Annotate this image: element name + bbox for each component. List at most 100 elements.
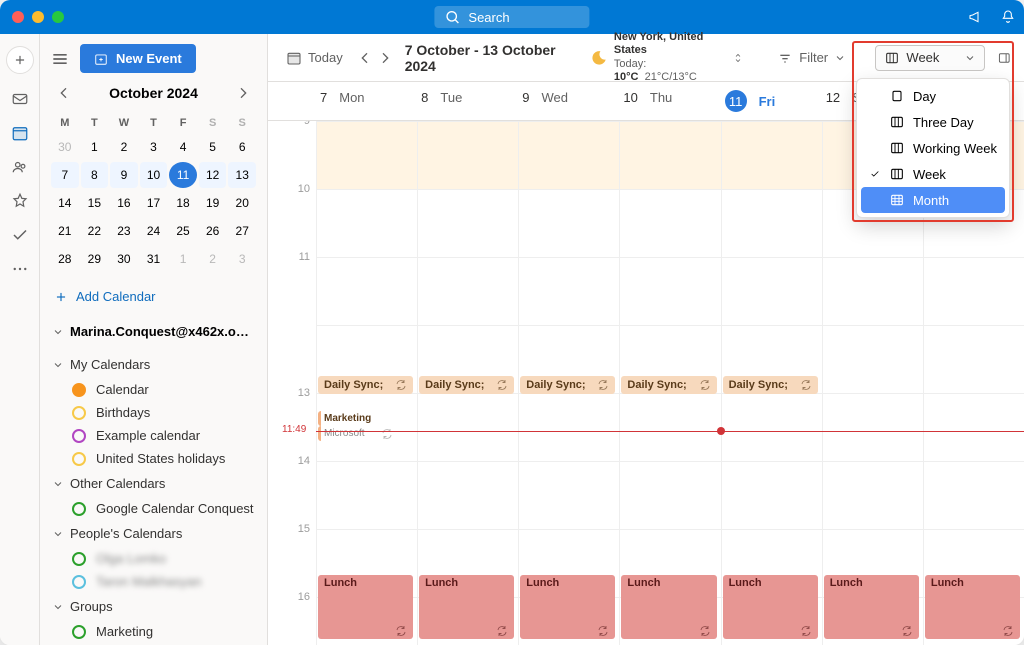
filter-button[interactable]: Filter xyxy=(771,46,852,70)
mini-cal-day[interactable]: 3 xyxy=(228,246,256,272)
calendar-group-header[interactable]: Other Calendars xyxy=(50,470,257,497)
mini-cal-day[interactable]: 22 xyxy=(81,218,109,244)
mini-cal-day[interactable]: 1 xyxy=(81,134,109,160)
calendar-group-header[interactable]: Groups xyxy=(50,593,257,620)
day-header-cell[interactable]: 8Tue xyxy=(417,82,518,120)
calendar-item[interactable]: Google Calendar Conquest xyxy=(50,497,257,520)
day-header-cell[interactable]: 11Fri xyxy=(721,82,822,120)
mail-icon[interactable] xyxy=(11,90,29,108)
mini-cal-day[interactable]: 14 xyxy=(51,190,79,216)
mini-cal-day[interactable]: 8 xyxy=(81,162,109,188)
minimize-window[interactable] xyxy=(32,11,44,23)
day-header-cell[interactable]: 7Mon xyxy=(316,82,417,120)
mini-cal-day[interactable]: 6 xyxy=(228,134,256,160)
prev-week[interactable] xyxy=(357,50,373,66)
event-lunch[interactable]: Lunch xyxy=(621,575,716,639)
calendar-item[interactable]: Marketing xyxy=(50,620,257,643)
calendar-group-header[interactable]: My Calendars xyxy=(50,351,257,378)
toggle-panel-icon[interactable] xyxy=(997,50,1012,66)
mini-cal-day[interactable]: 21 xyxy=(51,218,79,244)
calendar-icon[interactable] xyxy=(11,124,29,142)
mini-cal-day[interactable]: 16 xyxy=(110,190,138,216)
hamburger-icon[interactable] xyxy=(50,49,70,69)
chevron-down-icon xyxy=(834,52,846,64)
mini-cal-day[interactable]: 9 xyxy=(110,162,138,188)
next-week[interactable] xyxy=(377,50,393,66)
mini-cal-day[interactable]: 5 xyxy=(199,134,227,160)
event-daily-sync[interactable]: Daily Sync; xyxy=(419,376,514,394)
mini-cal-day[interactable]: 7 xyxy=(51,162,79,188)
event-lunch[interactable]: Lunch xyxy=(925,575,1020,639)
event-daily-sync[interactable]: Daily Sync; xyxy=(723,376,818,394)
mini-cal-day[interactable]: 27 xyxy=(228,218,256,244)
event-lunch[interactable]: Lunch xyxy=(723,575,818,639)
day-header-cell[interactable]: 10Thu xyxy=(619,82,720,120)
mini-cal-day[interactable]: 20 xyxy=(228,190,256,216)
view-option-month[interactable]: Month xyxy=(861,187,1005,213)
more-apps-icon[interactable] xyxy=(11,260,29,278)
mini-cal-day[interactable]: 30 xyxy=(110,246,138,272)
mini-cal-day[interactable]: 23 xyxy=(110,218,138,244)
calendar-item[interactable]: Example calendar xyxy=(50,424,257,447)
mini-cal-day[interactable]: 25 xyxy=(169,218,197,244)
today-button[interactable]: Today xyxy=(280,46,349,70)
prev-month[interactable] xyxy=(56,85,72,101)
close-window[interactable] xyxy=(12,11,24,23)
view-option-day[interactable]: Day xyxy=(861,83,1005,109)
search-box[interactable]: Search xyxy=(434,6,589,28)
day-header-cell[interactable]: 9Wed xyxy=(518,82,619,120)
tasks-icon[interactable] xyxy=(11,226,29,244)
favorites-icon[interactable] xyxy=(11,192,29,210)
mini-cal-day[interactable]: 28 xyxy=(51,246,79,272)
view-select[interactable]: Week xyxy=(875,45,985,71)
maximize-window[interactable] xyxy=(52,11,64,23)
event-lunch[interactable]: Lunch xyxy=(824,575,919,639)
view-option-working-week[interactable]: Working Week xyxy=(861,135,1005,161)
event-lunch[interactable]: Lunch xyxy=(318,575,413,639)
event-daily-sync[interactable]: Daily Sync; xyxy=(520,376,615,394)
next-month[interactable] xyxy=(235,85,251,101)
mini-cal-day[interactable]: 4 xyxy=(169,134,197,160)
event-lunch[interactable]: Lunch xyxy=(520,575,615,639)
calendar-item[interactable]: Birthdays xyxy=(50,401,257,424)
mini-cal-day[interactable]: 17 xyxy=(140,190,168,216)
mini-cal-day[interactable]: 19 xyxy=(199,190,227,216)
event-microsoft[interactable]: Microsoft xyxy=(318,426,396,441)
mini-cal-day[interactable]: 12 xyxy=(199,162,227,188)
calendar-item[interactable]: Taron Malkhasyan xyxy=(50,570,257,593)
mini-cal-day[interactable]: 11 xyxy=(169,162,197,188)
calendar-item[interactable]: Calendar xyxy=(50,378,257,401)
mini-cal-day[interactable]: 29 xyxy=(81,246,109,272)
add-calendar-button[interactable]: Add Calendar xyxy=(50,281,257,312)
announcements-icon[interactable] xyxy=(968,9,984,25)
mini-cal-day[interactable]: 2 xyxy=(199,246,227,272)
compose-button[interactable] xyxy=(6,46,34,74)
mini-cal-day[interactable]: 2 xyxy=(110,134,138,160)
calendar-group-header[interactable]: People's Calendars xyxy=(50,520,257,547)
mini-cal-day[interactable]: 10 xyxy=(140,162,168,188)
people-icon[interactable] xyxy=(11,158,29,176)
calendar-item[interactable]: Olga Lomko xyxy=(50,547,257,570)
event-daily-sync[interactable]: Daily Sync; xyxy=(318,376,413,394)
calendar-item[interactable]: United States holidays xyxy=(50,447,257,470)
account-row[interactable]: Marina.Conquest@x462x.onmi... xyxy=(50,320,257,343)
notifications-icon[interactable] xyxy=(1000,9,1016,25)
event-lunch[interactable]: Lunch xyxy=(419,575,514,639)
mini-cal-day[interactable]: 18 xyxy=(169,190,197,216)
hour-label: 15 xyxy=(268,523,316,591)
event-daily-sync[interactable]: Daily Sync; xyxy=(621,376,716,394)
hour-label xyxy=(268,319,316,387)
mini-cal-day[interactable]: 13 xyxy=(228,162,256,188)
view-option-week[interactable]: Week xyxy=(861,161,1005,187)
mini-cal-day[interactable]: 15 xyxy=(81,190,109,216)
event-marketing[interactable]: Marketing xyxy=(318,411,396,426)
mini-cal-day[interactable]: 1 xyxy=(169,246,197,272)
mini-cal-day[interactable]: 3 xyxy=(140,134,168,160)
mini-cal-day[interactable]: 30 xyxy=(51,134,79,160)
mini-cal-day[interactable]: 31 xyxy=(140,246,168,272)
new-event-button[interactable]: New Event xyxy=(80,44,196,73)
mini-cal-day[interactable]: 24 xyxy=(140,218,168,244)
mini-cal-day[interactable]: 26 xyxy=(199,218,227,244)
weather-widget[interactable]: New York, United States Today: 10°C 21°C… xyxy=(590,31,744,84)
view-option-three-day[interactable]: Three Day xyxy=(861,109,1005,135)
